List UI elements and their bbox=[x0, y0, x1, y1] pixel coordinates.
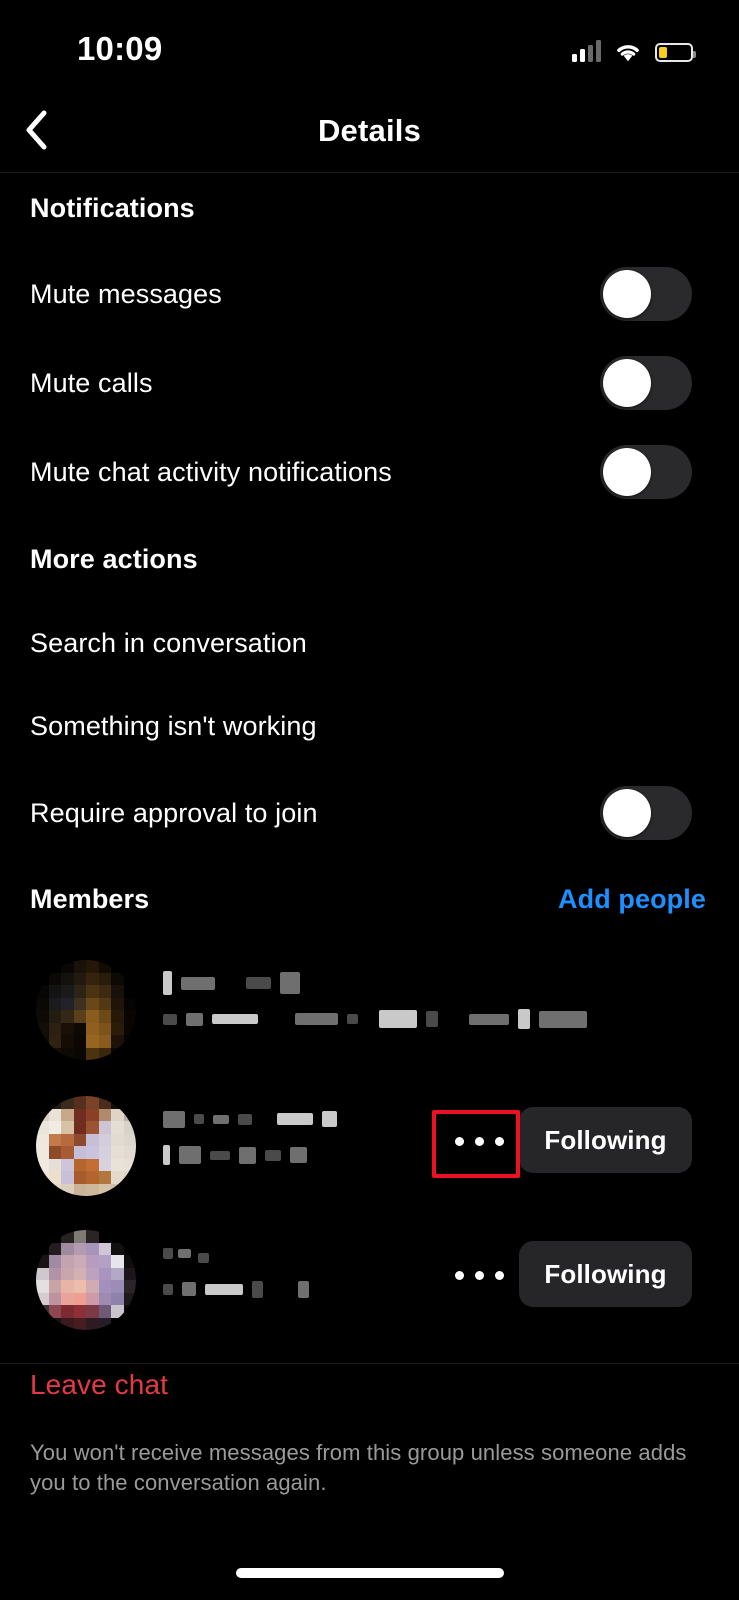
avatar bbox=[36, 960, 136, 1060]
redacted-avatar-pixels bbox=[36, 1096, 136, 1196]
section-heading-members: Members bbox=[30, 884, 150, 914]
member-name-redacted bbox=[163, 1106, 337, 1132]
page-title: Details bbox=[317, 113, 422, 148]
status-indicators bbox=[572, 36, 696, 62]
member-name-redacted bbox=[163, 970, 300, 996]
toggle-require-approval[interactable] bbox=[600, 786, 692, 840]
section-heading-notifications: Notifications bbox=[30, 193, 195, 223]
row-label-search-in-conversation: Search in conversation bbox=[30, 628, 307, 658]
redacted-avatar-pixels bbox=[36, 1230, 136, 1330]
toggle-mute-calls[interactable] bbox=[600, 356, 692, 410]
toggle-mute-chat-activity[interactable] bbox=[600, 445, 692, 499]
member-row-3[interactable]: Following bbox=[0, 1220, 739, 1340]
member-subtitle-redacted bbox=[163, 1144, 307, 1166]
ellipsis-icon[interactable] bbox=[455, 1137, 504, 1146]
toggle-mute-messages[interactable] bbox=[600, 267, 692, 321]
row-label-mute-chat-activity: Mute chat activity notifications bbox=[30, 457, 392, 487]
battery-low-icon bbox=[655, 43, 696, 62]
redacted-avatar-pixels bbox=[36, 960, 136, 1060]
row-label-require-approval: Require approval to join bbox=[30, 798, 318, 828]
row-label-something-isnt-working: Something isn't working bbox=[30, 711, 317, 741]
status-bar: 10:09 bbox=[0, 0, 739, 90]
section-heading-more-actions: More actions bbox=[30, 544, 198, 574]
following-button[interactable]: Following bbox=[519, 1107, 692, 1173]
cellular-signal-icon bbox=[572, 40, 601, 62]
member-subtitle-redacted bbox=[163, 1278, 309, 1300]
row-label-mute-calls: Mute calls bbox=[30, 368, 153, 398]
row-label-mute-messages: Mute messages bbox=[30, 279, 222, 309]
wifi-icon bbox=[614, 41, 642, 62]
footer-divider bbox=[0, 1363, 739, 1364]
nav-divider bbox=[0, 172, 739, 173]
details-screen: 10:09 Details Notifications Mute message… bbox=[0, 0, 739, 1600]
leave-chat-note: You won't receive messages from this gro… bbox=[30, 1440, 687, 1495]
leave-chat-button[interactable]: Leave chat bbox=[30, 1369, 168, 1401]
member-row-2[interactable]: Following bbox=[0, 1086, 739, 1206]
home-indicator[interactable] bbox=[235, 1568, 504, 1578]
avatar bbox=[36, 1230, 136, 1330]
status-time: 10:09 bbox=[77, 30, 163, 67]
member-subtitle-redacted bbox=[163, 1008, 587, 1030]
add-people-button[interactable]: Add people bbox=[558, 884, 706, 915]
member-row-1[interactable] bbox=[0, 950, 739, 1070]
following-button[interactable]: Following bbox=[519, 1241, 692, 1307]
member-name-redacted bbox=[163, 1240, 209, 1266]
avatar bbox=[36, 1096, 136, 1196]
ellipsis-icon[interactable] bbox=[455, 1271, 504, 1280]
nav-bar: Details bbox=[0, 90, 739, 172]
